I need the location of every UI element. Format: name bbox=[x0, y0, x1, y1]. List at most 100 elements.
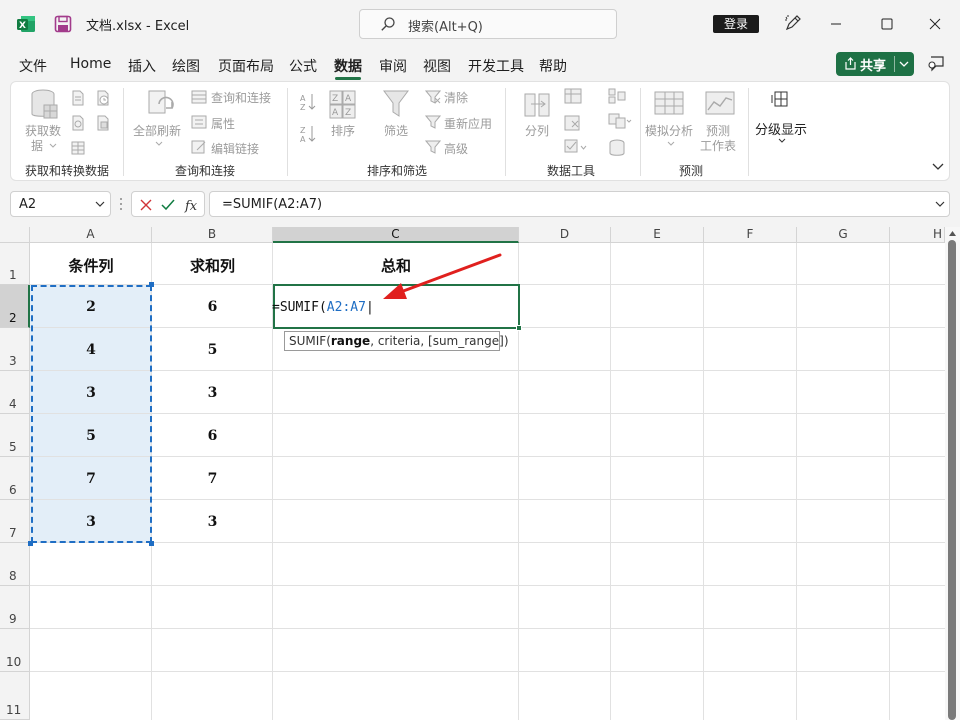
expand-formula-bar-icon[interactable] bbox=[935, 201, 945, 208]
column-header-c[interactable]: C bbox=[273, 227, 519, 243]
select-all-corner[interactable] bbox=[0, 227, 30, 243]
minimize-icon[interactable] bbox=[826, 14, 846, 34]
save-icon[interactable] bbox=[54, 15, 72, 33]
cell-a1[interactable]: 条件列 bbox=[30, 255, 152, 276]
text-to-columns-icon[interactable] bbox=[523, 90, 553, 120]
cell-b1[interactable]: 求和列 bbox=[152, 255, 273, 276]
row-header-7[interactable]: 7 bbox=[0, 500, 30, 543]
cell-b2[interactable]: 6 bbox=[152, 299, 273, 315]
properties-label[interactable]: 属性 bbox=[211, 115, 235, 132]
menu-data[interactable]: 数据 bbox=[334, 56, 362, 76]
row-header-5[interactable]: 5 bbox=[0, 414, 30, 457]
fill-handle[interactable] bbox=[516, 325, 522, 331]
what-if-analysis-label[interactable]: 模拟分析 bbox=[645, 122, 693, 139]
sort-az-icon[interactable]: AZ bbox=[299, 92, 317, 112]
column-header-e[interactable]: E bbox=[611, 227, 704, 243]
text-to-columns-label[interactable]: 分列 bbox=[525, 122, 549, 139]
remove-duplicates-icon[interactable] bbox=[564, 115, 582, 131]
row-header-2[interactable]: 2 bbox=[0, 285, 30, 328]
maximize-icon[interactable] bbox=[877, 14, 897, 34]
data-model-icon[interactable] bbox=[608, 139, 626, 157]
what-if-analysis-icon[interactable] bbox=[653, 90, 685, 118]
from-web-icon[interactable] bbox=[70, 115, 86, 131]
menu-view[interactable]: 视图 bbox=[423, 56, 451, 76]
outline-label[interactable]: 分级显示 bbox=[755, 119, 807, 138]
edit-links-icon[interactable] bbox=[191, 140, 207, 154]
vertical-scrollbar[interactable] bbox=[945, 227, 960, 720]
row-header-11[interactable]: 11 bbox=[0, 672, 30, 720]
menu-home[interactable]: Home bbox=[70, 56, 111, 72]
row-header-10[interactable]: 10 bbox=[0, 629, 30, 672]
name-box[interactable]: A2 bbox=[10, 191, 111, 217]
flash-fill-icon[interactable] bbox=[564, 88, 582, 104]
cell-b5[interactable]: 6 bbox=[152, 428, 273, 444]
queries-icon[interactable] bbox=[191, 90, 207, 104]
sort-icon[interactable]: Z AA Z bbox=[329, 90, 357, 120]
filter-icon[interactable] bbox=[382, 88, 410, 120]
outline-icon[interactable] bbox=[771, 90, 791, 108]
column-header-d[interactable]: D bbox=[519, 227, 611, 243]
from-text-icon[interactable] bbox=[70, 90, 86, 106]
cell-b3[interactable]: 5 bbox=[152, 342, 273, 358]
get-data-label-2[interactable]: 据 bbox=[31, 137, 43, 154]
menu-developer[interactable]: 开发工具 bbox=[468, 56, 524, 76]
edit-links-label[interactable]: 编辑链接 bbox=[211, 140, 259, 157]
cell-edit-text[interactable]: =SUMIF(A2:A7| bbox=[272, 300, 374, 315]
reapply-icon[interactable] bbox=[425, 115, 441, 129]
filter-label[interactable]: 筛选 bbox=[384, 122, 408, 139]
refresh-all-icon[interactable] bbox=[145, 88, 175, 122]
cell-b4[interactable]: 3 bbox=[152, 385, 273, 401]
menu-insert[interactable]: 插入 bbox=[128, 56, 156, 76]
cell-b7[interactable]: 3 bbox=[152, 514, 273, 530]
insert-function-icon[interactable]: fx bbox=[184, 197, 200, 213]
database-icon[interactable] bbox=[29, 88, 59, 122]
login-button[interactable]: 登录 bbox=[713, 15, 759, 33]
clear-filter-icon[interactable] bbox=[425, 90, 441, 104]
relationships-icon[interactable] bbox=[608, 113, 632, 129]
column-header-b[interactable]: B bbox=[152, 227, 273, 243]
menu-formulas[interactable]: 公式 bbox=[289, 56, 317, 76]
clear-label[interactable]: 清除 bbox=[444, 89, 468, 106]
cell-b6[interactable]: 7 bbox=[152, 471, 273, 487]
share-button[interactable]: 共享 bbox=[836, 52, 914, 76]
cancel-icon[interactable] bbox=[138, 197, 154, 213]
row-header-4[interactable]: 4 bbox=[0, 371, 30, 414]
recent-sources-icon[interactable] bbox=[95, 90, 111, 106]
menu-file[interactable]: 文件 bbox=[19, 56, 47, 76]
column-header-f[interactable]: F bbox=[704, 227, 797, 243]
menu-help[interactable]: 帮助 bbox=[539, 56, 567, 76]
advanced-filter-icon[interactable] bbox=[425, 140, 441, 154]
row-header-1[interactable]: 1 bbox=[0, 243, 30, 285]
queries-connections-label[interactable]: 查询和连接 bbox=[211, 89, 271, 106]
drag-handle-icon[interactable] bbox=[119, 197, 123, 211]
menu-review[interactable]: 审阅 bbox=[379, 56, 407, 76]
formula-input[interactable]: =SUMIF(A2:A7) bbox=[209, 191, 950, 217]
column-header-a[interactable]: A bbox=[30, 227, 152, 243]
close-icon[interactable] bbox=[925, 14, 945, 34]
reference-handle[interactable] bbox=[149, 282, 154, 287]
menu-page-layout[interactable]: 页面布局 bbox=[218, 56, 274, 76]
forecast-sheet-icon[interactable] bbox=[704, 90, 736, 118]
forecast-label-2[interactable]: 工作表 bbox=[700, 137, 736, 154]
comments-icon[interactable] bbox=[927, 55, 945, 73]
search-box[interactable]: 搜索(Alt+Q) bbox=[359, 9, 617, 39]
advanced-label[interactable]: 高级 bbox=[444, 140, 468, 157]
consolidate-icon[interactable] bbox=[608, 88, 626, 104]
from-table-icon[interactable] bbox=[70, 140, 86, 156]
row-header-8[interactable]: 8 bbox=[0, 543, 30, 586]
scroll-up-icon[interactable] bbox=[948, 230, 957, 237]
row-header-9[interactable]: 9 bbox=[0, 586, 30, 629]
pen-icon[interactable] bbox=[783, 13, 803, 33]
reference-handle[interactable] bbox=[149, 541, 154, 546]
existing-connections-icon[interactable] bbox=[95, 115, 111, 131]
refresh-all-label[interactable]: 全部刷新 bbox=[133, 122, 181, 139]
cell-c1[interactable]: 总和 bbox=[273, 255, 519, 276]
row-header-6[interactable]: 6 bbox=[0, 457, 30, 500]
row-header-3[interactable]: 3 bbox=[0, 328, 30, 371]
reapply-label[interactable]: 重新应用 bbox=[444, 115, 492, 132]
ribbon-collapse-icon[interactable] bbox=[931, 162, 945, 172]
data-validation-icon[interactable] bbox=[564, 139, 588, 155]
scrollbar-thumb[interactable] bbox=[948, 240, 956, 720]
menu-draw[interactable]: 绘图 bbox=[172, 56, 200, 76]
column-header-g[interactable]: G bbox=[797, 227, 890, 243]
